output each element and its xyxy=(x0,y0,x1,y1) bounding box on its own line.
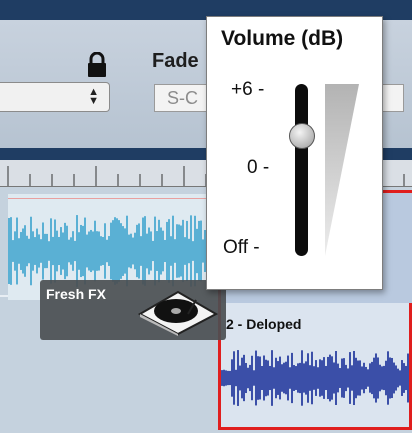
volume-slider-knob[interactable] xyxy=(289,123,315,149)
tick-plus6: +6 - xyxy=(231,79,265,100)
fx-label: Fresh FX xyxy=(46,286,106,302)
volume-popup: Volume (dB) +6 - 0 - Off - xyxy=(206,16,383,290)
lock-icon[interactable] xyxy=(86,52,108,78)
stepper-arrows-icon: ▲ ▼ xyxy=(88,86,99,107)
clip2-title: 2 - Deloped xyxy=(226,316,302,332)
volume-title: Volume (dB) xyxy=(221,27,344,50)
fade-label: Fade xyxy=(152,50,199,72)
mode-select[interactable]: ▲ ▼ xyxy=(0,82,110,112)
tick-zero: 0 - xyxy=(247,157,270,178)
tick-off: Off - xyxy=(223,237,260,258)
clip2-waveform xyxy=(221,350,409,406)
volume-wedge-icon xyxy=(325,84,359,256)
volume-slider-track[interactable] xyxy=(295,84,308,256)
turntable-icon xyxy=(138,290,218,336)
clip-volume-line xyxy=(8,198,230,199)
